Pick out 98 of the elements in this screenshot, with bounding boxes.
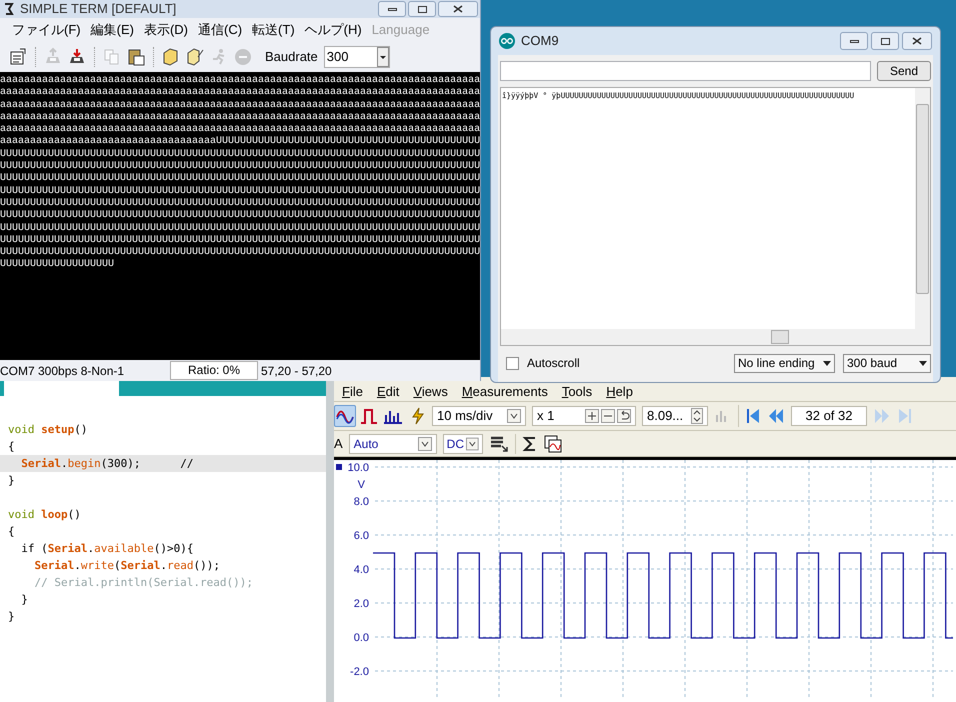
spinner-arrows-icon xyxy=(691,408,703,424)
channel-label: A xyxy=(334,434,343,453)
terminal-line: aaaaaaaaaaaaaaaaaaaaaaaaaaaaaaaaaaaaaaaaaaaaaaaaaaaaaaaaaaaaaaaaaaaaaaaaaaaaaaaa xyxy=(0,87,480,100)
coupling-dropdown[interactable]: DC xyxy=(442,434,483,454)
undo-icon[interactable] xyxy=(617,409,631,423)
clipboard-icon[interactable] xyxy=(126,47,146,67)
code-line: } xyxy=(7,609,16,625)
reference-waveform-icon[interactable] xyxy=(544,434,562,452)
menu-item[interactable]: Help xyxy=(606,382,633,401)
code-line: // Serial.println(Serial.read()); xyxy=(33,575,254,591)
code-line: void loop() xyxy=(7,507,82,523)
terminal-line: aaaaaaaaaaaaaaaaaaaaaaaaaaaaaaaaaaaaaaaaaaaaaaaaaaaaaaaaaaaaaaaaaaaaaaaaaaaaaaaa xyxy=(0,124,480,136)
menu-item[interactable]: Measurements xyxy=(462,382,548,401)
code-line: void setup() xyxy=(7,422,88,438)
close-icon xyxy=(453,5,463,13)
range-dropdown[interactable]: Auto xyxy=(348,434,437,454)
properties-icon[interactable] xyxy=(8,47,28,67)
menu-item[interactable]: 編集(E) xyxy=(90,20,134,40)
rewind-icon[interactable] xyxy=(767,407,785,425)
axis-label: 2.0 xyxy=(354,598,369,610)
menu-item[interactable]: 転送(T) xyxy=(252,20,295,40)
close-button[interactable] xyxy=(902,32,932,50)
terminal-line: UUUUUUUUUUUUUUUUUUUUUUUUUUUUUUUUUUUUUUUUUUUUUUUUUUUUUUUUUUUUUUUUUUUUUUUUUUUUUUUU xyxy=(0,210,480,223)
mode-button[interactable] xyxy=(334,405,356,427)
menu-item[interactable]: 表示(D) xyxy=(144,20,188,40)
ratio-status: Ratio: 0% xyxy=(170,361,258,380)
close-button[interactable] xyxy=(438,1,478,17)
terminal-line: UUUUUUUUUUUUUUUUUUUUUUUUUUUUUUUUUUUUUUUUUUUUUUUUUUUUUUUUUUUUUUUUUUUUUUUUUUUUUUUU xyxy=(0,148,480,161)
code-line: } xyxy=(7,473,16,489)
terminal-line: UUUUUUUUUUUUUUUUUUUUUUUUUUUUUUUUUUUUUUUUUUUUUUUUUUUUUUUUUUUUUUUUUUUUUUUUUUUUUUUU xyxy=(0,234,480,247)
menu-item[interactable]: 通信(C) xyxy=(198,20,242,40)
autoscroll-checkbox[interactable] xyxy=(506,356,519,370)
caret-icon xyxy=(418,436,432,450)
terminal-line: UUUUUUUUUUUUUUUUUUUUUUUUUUUUUUUUUUUUUUUUUUUUUUUUUUUUUUUUUUUUUUUUUUUUUUUUUUUUUUUU xyxy=(0,161,480,173)
caret-icon xyxy=(919,360,927,366)
menu-item[interactable]: ヘルプ(H) xyxy=(304,20,362,40)
axis-label: 4.0 xyxy=(354,564,369,576)
terminal-line: UUUUUUUUUUUUUUUUUUUUUUUUUUUUUUUUUUUUUUUUUUUUUUUUUUUUUUUUUUUUUUUUUUUUUUUUUUUUUUUU xyxy=(0,198,480,210)
menu-item[interactable]: Views xyxy=(413,382,448,401)
plus-icon[interactable] xyxy=(585,409,599,423)
code-line: if (Serial.available()>0){ xyxy=(20,541,194,557)
message-input[interactable] xyxy=(500,61,871,81)
baudrate-dropdown[interactable]: 300 xyxy=(324,46,390,68)
axis-label: 10.0 xyxy=(348,462,369,474)
menu-item[interactable]: Tools xyxy=(562,382,592,401)
caret-icon xyxy=(507,409,521,423)
terminal-line: aaaaaaaaaaaaaaaaaaaaaaaaaaaaaaaaaaaaaaaaaaaaaaaaaaaaaaaaaaaaaaaaaaaaaaaaaaaaaaaa xyxy=(0,100,480,112)
maximize-button[interactable] xyxy=(871,32,899,50)
terminal-line: UUUUUUUUUUUUUUUUUUUUUUUUUUUUUUUUUUUUUUUUUUUUUUUUUUUUUUUUUUUUUUUUUUUUUUUUUUUUUUUU xyxy=(0,222,480,235)
axis-label: -2.0 xyxy=(350,666,369,678)
caret-icon xyxy=(823,360,831,366)
window-title: COM9 xyxy=(521,32,560,50)
terminal-line: aaaaaaaaaaaaaaaaaaaaaaaaaaaaaaaaaaaaUUUUUUUUUUUUUUUUUUUUUUUUUUUUUUUUUUUUUUUUUUUU xyxy=(0,136,480,149)
timebase-dropdown[interactable]: 10 ms/div xyxy=(432,406,526,426)
terminal-line: aaaaaaaaaaaaaaaaaaaaaaaaaaaaaaaaaaaaaaaaaaaaaaaaaaaaaaaaaaaaaaaaaaaaaaaaaaaaaaaa xyxy=(0,112,480,124)
terminal-line: aaaaaaaaaaaaaaaaaaaaaaaaaaaaaaaaaaaaaaaaaaaaaaaaaaaaaaaaaaaaaaaaaaaaaaaaaaaaaaaa xyxy=(0,75,480,88)
app-icon xyxy=(2,2,16,16)
terminal-line: UUUUUUUUUUUUUUUUUUU xyxy=(0,259,116,272)
axis-label: 8.0 xyxy=(354,496,369,508)
capture-counter[interactable]: 32 of 32 xyxy=(791,406,867,426)
terminal-line: UUUUUUUUUUUUUUUUUUUUUUUUUUUUUUUUUUUUUUUUUUUUUUUUUUUUUUUUUUUUUUUUUUUUUUUUUUUUUUUU xyxy=(0,186,480,198)
baudrate-label: Baudrate xyxy=(265,48,318,66)
vertical-scrollbar[interactable] xyxy=(915,88,930,329)
minimize-button[interactable] xyxy=(840,32,868,50)
code-line: { xyxy=(7,439,16,455)
baud-dropdown[interactable]: 300 baud xyxy=(843,354,931,372)
lightning-icon[interactable] xyxy=(410,407,426,425)
axis-label: 6.0 xyxy=(354,530,369,542)
menu-item[interactable]: Edit xyxy=(376,382,400,401)
axis-unit: V xyxy=(358,479,365,491)
app-icon xyxy=(499,33,515,49)
sigma-icon[interactable] xyxy=(522,434,538,452)
first-icon[interactable] xyxy=(745,407,761,425)
horizontal-scrollbar[interactable] xyxy=(501,329,930,345)
axis-label: 0.0 xyxy=(354,632,369,644)
samples-spinner[interactable]: 8.09... xyxy=(642,406,708,426)
close-icon xyxy=(912,37,922,45)
autoscroll-label: Autoscroll xyxy=(527,355,581,372)
menu-item[interactable]: ファイル(F) xyxy=(12,20,81,40)
caret-icon xyxy=(466,436,479,450)
line-ending-dropdown[interactable]: No line ending xyxy=(734,354,835,372)
send-button[interactable]: Send xyxy=(877,61,931,81)
code-line: } xyxy=(20,592,29,608)
zoom-value: x 1 xyxy=(537,407,556,426)
connection-status: COM7 300bps 8-Non-1 xyxy=(0,362,126,380)
maximize-button[interactable] xyxy=(408,1,436,17)
code-line: Serial.write(Serial.read()); xyxy=(33,558,221,574)
minus-icon[interactable] xyxy=(601,409,615,423)
channel-options-icon[interactable] xyxy=(488,434,509,452)
code-line: { xyxy=(7,524,16,540)
terminal-line: UUUUUUUUUUUUUUUUUUUUUUUUUUUUUUUUUUUUUUUUUUUUUUUUUUUUUUUUUUUUUUUUUUUUUUUUUUUUUUUU xyxy=(0,173,480,186)
channel-marker xyxy=(336,464,342,470)
window-title: SIMPLE TERM [DEFAULT] xyxy=(20,0,178,18)
menu-item[interactable]: File xyxy=(342,382,363,401)
minimize-button[interactable] xyxy=(378,1,406,17)
caret-icon xyxy=(376,47,389,67)
cursor-position: 57,20 - 57,20 xyxy=(260,362,332,380)
terminal-line: UUUUUUUUUUUUUUUUUUUUUUUUUUUUUUUUUUUUUUUUUUUUUUUUUUUUUUUUUUUUUUUUUUUUUUUUUUUUUUUU xyxy=(0,247,480,259)
